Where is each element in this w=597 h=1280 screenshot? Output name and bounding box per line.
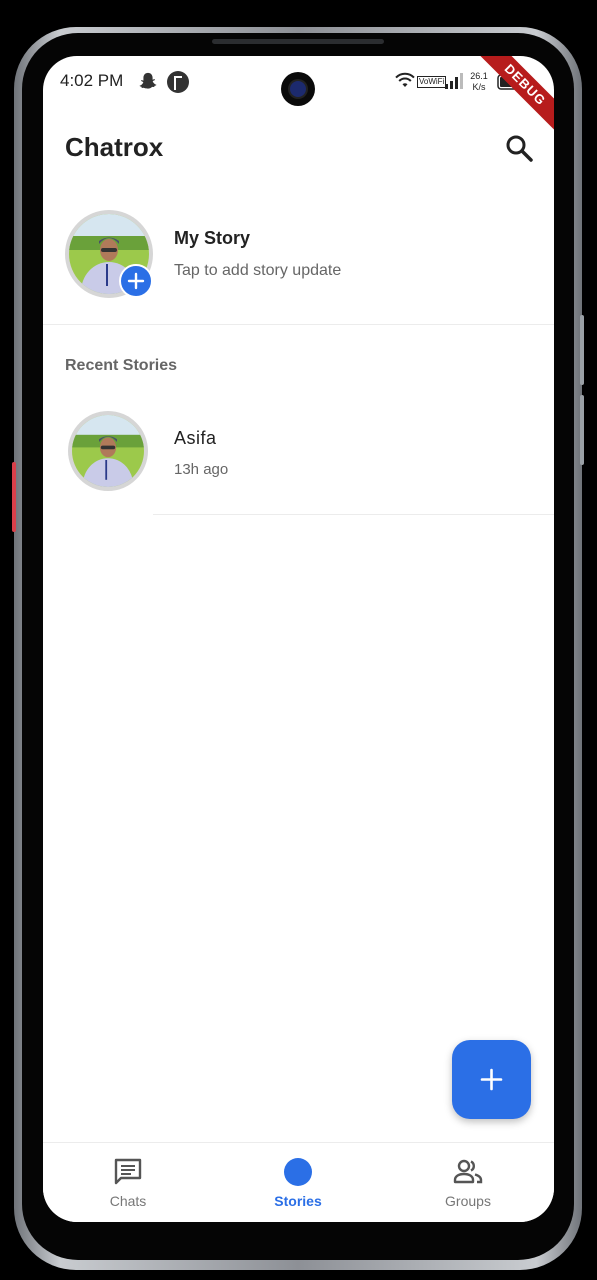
nav-item-chats[interactable]: Chats — [43, 1143, 213, 1222]
chat-icon — [114, 1158, 142, 1185]
earpiece — [212, 39, 384, 44]
plus-icon — [127, 272, 145, 290]
plus-icon — [480, 1068, 503, 1091]
story-name: Asifa — [174, 428, 217, 448]
side-button — [12, 462, 16, 532]
divider — [153, 514, 554, 515]
front-camera — [281, 72, 315, 106]
story-avatar-ring — [68, 411, 148, 491]
stories-icon — [284, 1158, 312, 1186]
vowifi-label: VoWiFi — [417, 76, 447, 88]
groups-icon — [453, 1159, 483, 1184]
net-speed: 26.1 K/s — [470, 71, 488, 92]
status-time: 4:02 PM — [60, 71, 124, 90]
my-story-subtitle: Tap to add story update — [174, 262, 342, 279]
nav-item-stories[interactable]: Stories — [213, 1143, 383, 1222]
status-bar: 4:02 PM VoWiFi 26.1 K/s — [43, 56, 554, 108]
signal-icon — [445, 73, 463, 89]
add-story-fab[interactable] — [452, 1040, 531, 1119]
divider — [43, 324, 554, 325]
search-icon[interactable] — [503, 132, 535, 164]
power-button — [580, 395, 584, 465]
nav-label-chats: Chats — [109, 1193, 147, 1209]
wifi-icon — [395, 72, 415, 87]
nav-label-stories: Stories — [274, 1193, 322, 1209]
snapchat-icon — [139, 72, 157, 89]
app-screen: 4:02 PM VoWiFi 26.1 K/s DEBUG Chatrox My… — [43, 56, 554, 1222]
nav-label-groups: Groups — [445, 1193, 491, 1209]
avatar — [72, 415, 144, 487]
story-time: 13h ago — [174, 461, 229, 478]
my-story-title: My Story — [174, 228, 251, 248]
add-story-button[interactable] — [119, 264, 153, 298]
page-title: Chatrox — [65, 132, 164, 162]
bottom-nav: Chats Stories Groups — [43, 1142, 554, 1222]
volume-button — [580, 315, 584, 385]
section-label-recent-stories: Recent Stories — [65, 357, 178, 374]
app-notification-icon — [167, 71, 189, 93]
list-item[interactable] — [43, 401, 554, 516]
nav-item-groups[interactable]: Groups — [383, 1143, 553, 1222]
